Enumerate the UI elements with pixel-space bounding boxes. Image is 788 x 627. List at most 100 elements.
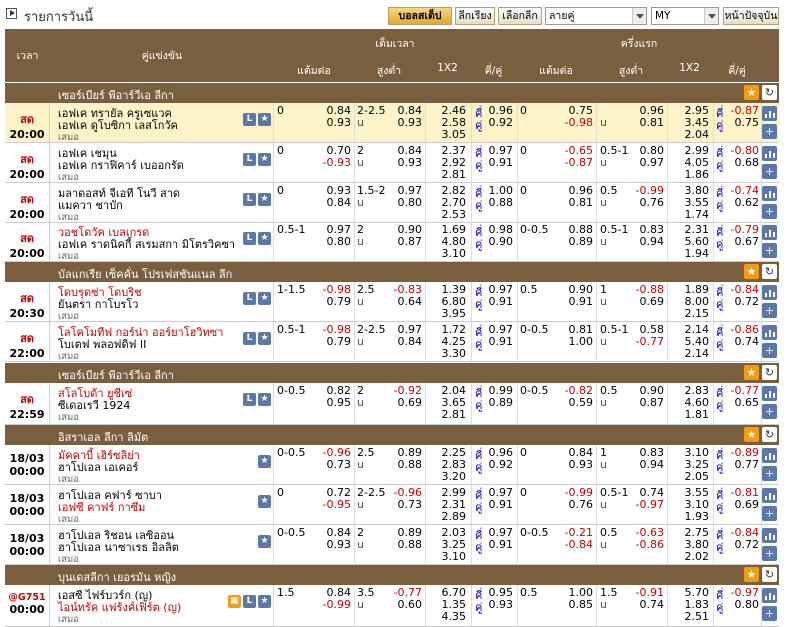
under-label: u	[357, 196, 364, 209]
expand-plus-icon[interactable]: +	[762, 606, 777, 621]
fh-even-label: คู่	[716, 501, 724, 514]
favorite-star-icon[interactable]: ★	[744, 365, 759, 380]
favorite-star-icon[interactable]: ★	[744, 264, 759, 279]
match-row: 18/03 00:00 ฮาโปเอล ริชอน เลซิออน ฮาโปเอล น…	[5, 525, 779, 565]
even-odds: 0.89	[488, 396, 514, 409]
even-label: คู่	[475, 501, 483, 514]
match-row: 18/03 00:00 ฮาโปเอล คฟาร์ ซาบา เอฟซี คาฟร์ …	[5, 485, 779, 525]
fh-draw-odds: 2.15	[684, 307, 710, 320]
stats-icon[interactable]	[762, 285, 777, 300]
current-page-button[interactable]: หน้าปัจจุบัน	[723, 7, 779, 25]
live-stream-icon[interactable]: L	[243, 232, 256, 245]
kickoff-time: 00:00	[9, 465, 45, 478]
favorite-icon[interactable]: ★	[258, 193, 271, 206]
fh-even-odds: 0.72	[734, 295, 760, 308]
choose-league-button[interactable]: เลือกลีก	[498, 7, 542, 25]
favorite-star-icon[interactable]: ★	[744, 427, 759, 442]
stats-icon[interactable]	[762, 225, 777, 240]
favorite-icon[interactable]: ★	[258, 153, 271, 166]
stats-icon[interactable]	[762, 325, 777, 340]
stats-icon[interactable]	[762, 588, 777, 603]
fh-under-odds: 0.76	[639, 196, 665, 209]
refresh-icon[interactable]: ↻	[762, 427, 777, 442]
stats-icon[interactable]	[762, 106, 777, 121]
favorite-icon[interactable]: ★	[258, 292, 271, 305]
expand-plus-icon[interactable]: +	[762, 546, 777, 561]
sort-league-button[interactable]: ลีกเรียง	[455, 7, 495, 25]
expand-plus-icon[interactable]: +	[762, 204, 777, 219]
league-header: อิสราเอล ลีกา ลิมัต ★ ↻	[5, 425, 779, 445]
expand-plus-icon[interactable]: +	[762, 404, 777, 419]
under-label: u	[357, 235, 364, 248]
under-label: u	[357, 458, 364, 471]
live-stream-icon[interactable]: L	[243, 292, 256, 305]
region-select[interactable]: MY	[651, 7, 719, 25]
stats-icon[interactable]	[762, 186, 777, 201]
stats-icon[interactable]	[762, 448, 777, 463]
header-1x2-fh: 1X2	[679, 62, 700, 74]
stats-icon[interactable]	[762, 386, 777, 401]
match-time-cell: 18/03 00:00	[5, 525, 50, 564]
play-icon[interactable]	[6, 8, 17, 19]
favorite-icon[interactable]: ★	[258, 595, 271, 608]
away-team[interactable]: เอฟเค ราดนิคกี้ สเรมสกา มิโตรวิคซา	[58, 235, 235, 253]
column-divider	[667, 222, 668, 261]
favorite-icon[interactable]: ★	[258, 332, 271, 345]
handicap-away-odds: -0.99	[322, 598, 351, 611]
favorite-icon[interactable]: ★	[258, 393, 271, 406]
odds-type-select[interactable]: ลายคู่	[545, 7, 647, 25]
column-divider	[517, 485, 518, 524]
match-time-cell: 18/03 00:00	[5, 485, 50, 524]
draw-odds: 2.89	[441, 510, 467, 523]
expand-plus-icon[interactable]: +	[762, 243, 777, 258]
live-stream-icon[interactable]: L	[243, 153, 256, 166]
under-odds: 0.69	[397, 396, 423, 409]
fh-draw-odds: 1.81	[684, 408, 710, 421]
live-stream-icon[interactable]: L	[243, 113, 256, 126]
column-divider	[471, 282, 472, 321]
live-stream-icon[interactable]: L	[243, 393, 256, 406]
live-stream-icon[interactable]: L	[243, 595, 256, 608]
expand-plus-icon[interactable]: +	[762, 124, 777, 139]
refresh-icon[interactable]: ↻	[762, 567, 777, 582]
even-label: คู่	[475, 199, 483, 212]
match-status: @G751	[8, 592, 46, 603]
under-label: u	[357, 156, 364, 169]
stats-icon[interactable]	[762, 488, 777, 503]
stats-icon[interactable]	[762, 528, 777, 543]
handicap-line: 0-0.5	[277, 384, 306, 397]
fh-even-label: คู่	[716, 238, 724, 251]
fh-under-label: u	[600, 235, 607, 248]
stats-icon[interactable]	[762, 146, 777, 161]
refresh-icon[interactable]: ↻	[762, 264, 777, 279]
refresh-icon[interactable]: ↻	[762, 365, 777, 380]
refresh-icon[interactable]: ↻	[762, 85, 777, 100]
under-label: u	[357, 498, 364, 511]
live-stream-icon[interactable]: L	[243, 193, 256, 206]
live-stream-icon[interactable]: L	[243, 332, 256, 345]
kickoff-time: 00:00	[9, 603, 45, 616]
expand-plus-icon[interactable]: +	[762, 466, 777, 481]
favorite-icon[interactable]: ★	[258, 455, 271, 468]
favorite-icon[interactable]: ★	[258, 113, 271, 126]
expand-plus-icon[interactable]: +	[762, 343, 777, 358]
under-odds: 0.84	[397, 335, 423, 348]
favorite-icon[interactable]: ★	[258, 495, 271, 508]
favorite-icon[interactable]: ★	[258, 232, 271, 245]
favorite-star-icon[interactable]: ★	[744, 85, 759, 100]
favorite-icon[interactable]: ★	[258, 535, 271, 548]
favorite-star-icon[interactable]: ★	[744, 567, 759, 582]
kickoff-time: 20:00	[9, 247, 45, 260]
fh-even-odds: 0.68	[734, 156, 760, 169]
expand-plus-icon[interactable]: +	[762, 164, 777, 179]
even-label: คู่	[475, 601, 483, 614]
column-divider	[667, 183, 668, 222]
step-bet-button[interactable]: บอลสเต็ป	[388, 7, 452, 25]
even-odds: 0.92	[488, 458, 514, 471]
match-status: สด	[20, 292, 34, 305]
tv-icon[interactable]: ▣	[228, 595, 241, 608]
expand-plus-icon[interactable]: +	[762, 303, 777, 318]
column-divider	[273, 282, 274, 321]
expand-plus-icon[interactable]: +	[762, 506, 777, 521]
fh-draw-odds: 1.86	[684, 168, 710, 181]
